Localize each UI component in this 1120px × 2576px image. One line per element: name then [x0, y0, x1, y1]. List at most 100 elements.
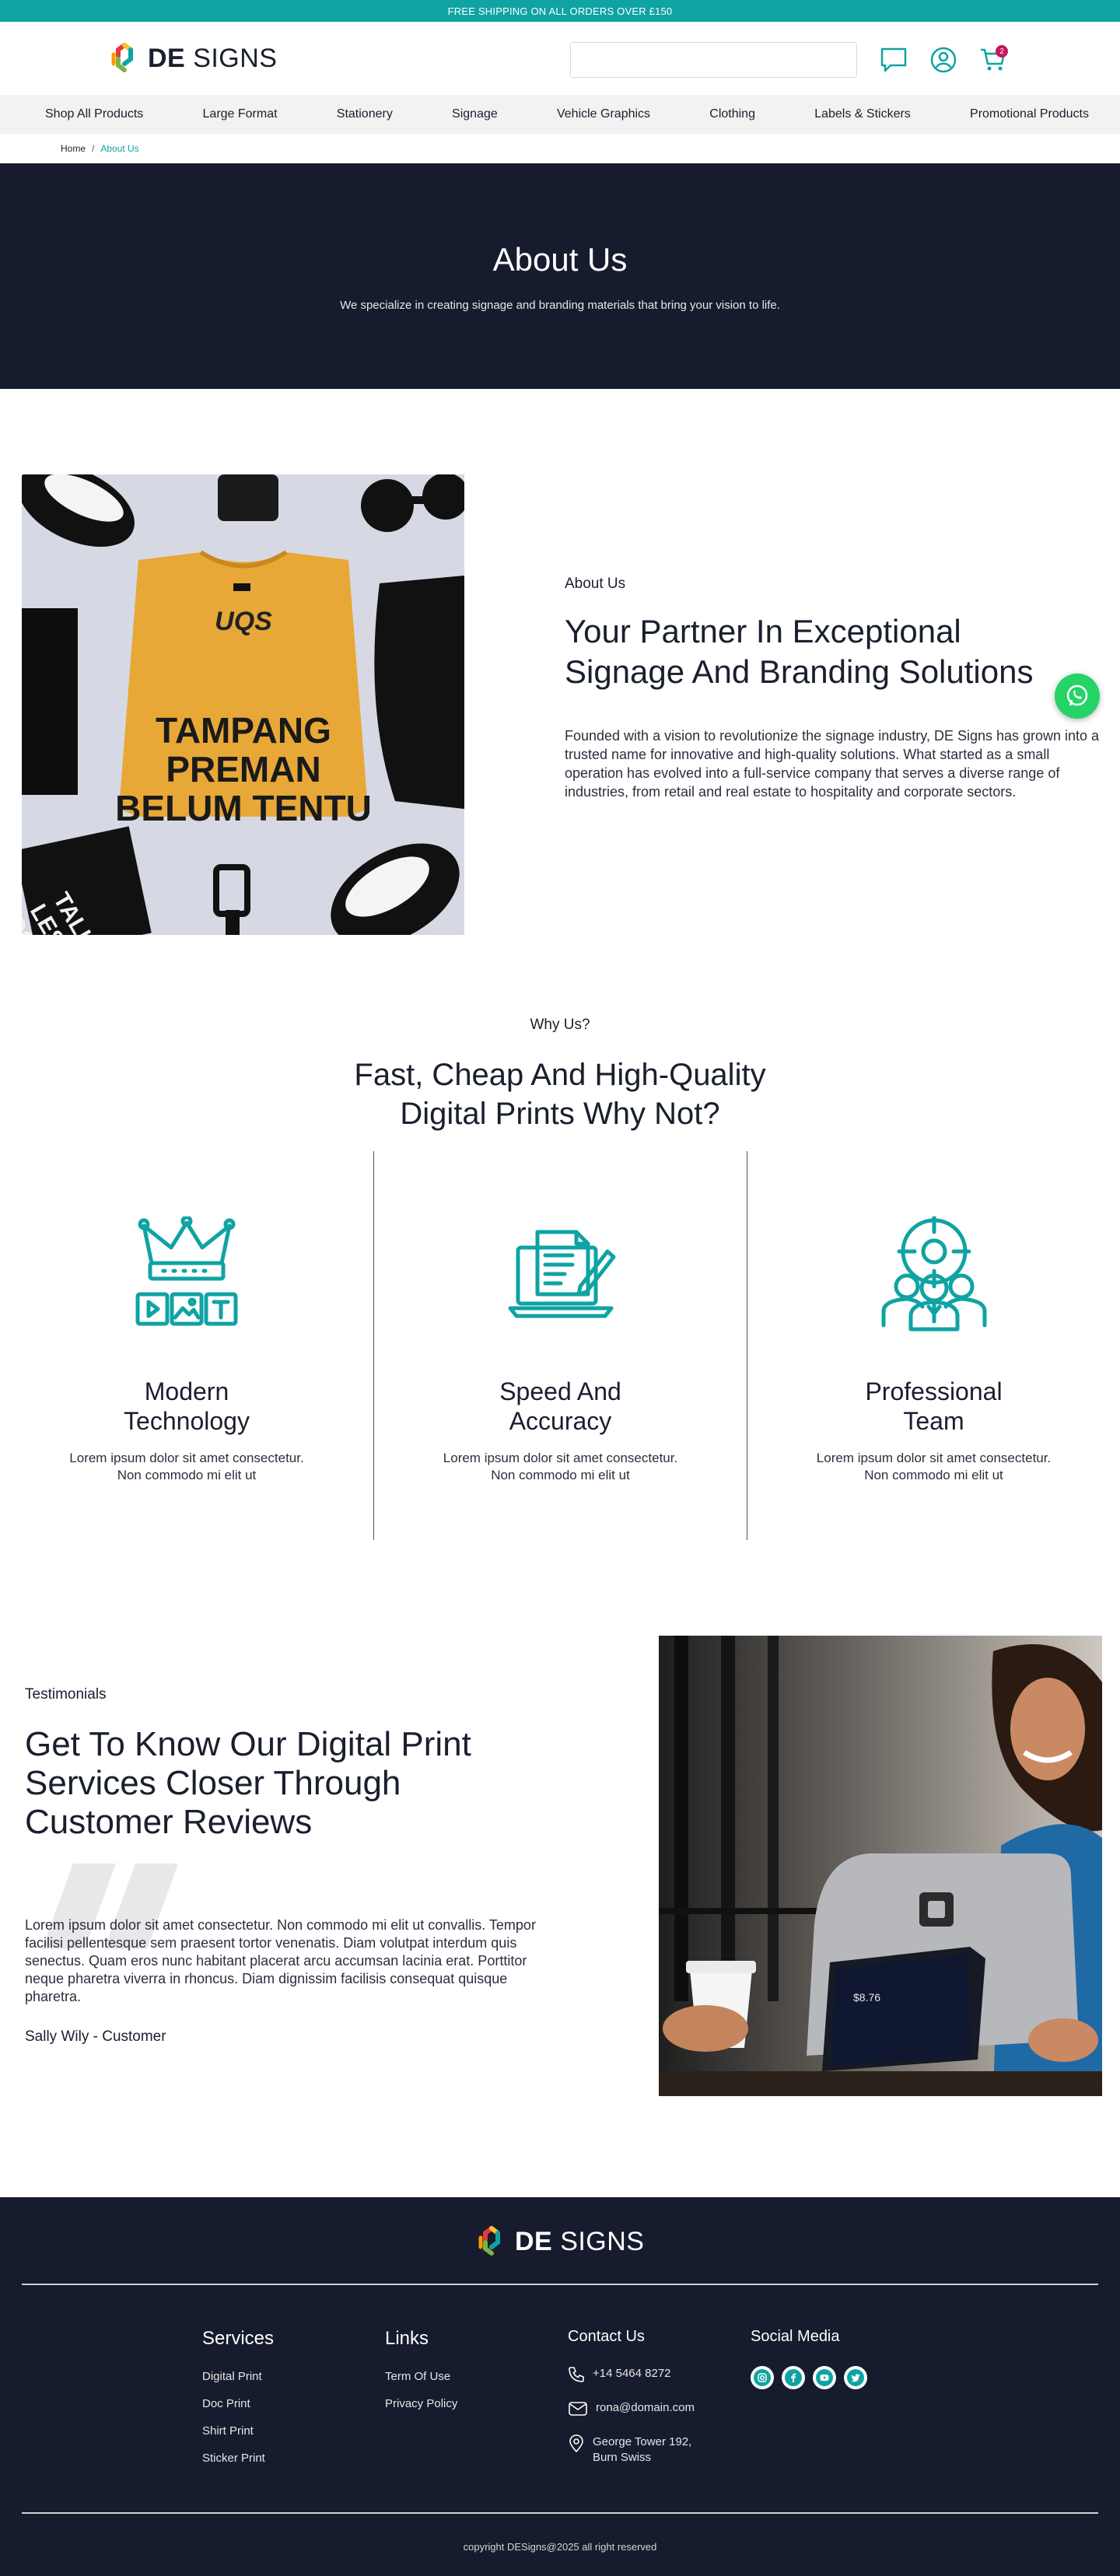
breadcrumb-home[interactable]: Home	[61, 143, 86, 154]
why-us-heading-line2: Digital Prints Why Not?	[400, 1097, 720, 1131]
testimonials-heading: Get To Know Our Digital Print Services Cl…	[25, 1725, 538, 1842]
footer-contact-column: Contact Us +14 5464 8272 rona@domain.com…	[568, 2328, 695, 2483]
why-us-section: Why Us? Fast, Cheap And High-Quality Digi…	[0, 933, 1120, 1633]
feature-title-line2: Team	[903, 1407, 964, 1435]
facebook-icon[interactable]	[782, 2366, 805, 2389]
feature-title: Speed And Accuracy	[499, 1377, 621, 1436]
footer-links-column: Links Term Of Use Privacy Policy	[385, 2328, 457, 2424]
footer-link-privacy[interactable]: Privacy Policy	[385, 2397, 457, 2410]
footer-link-doc-print[interactable]: Doc Print	[202, 2397, 274, 2410]
page-title: About Us	[492, 240, 628, 278]
footer-brand-name-bold: DE	[515, 2226, 553, 2256]
shipping-banner: FREE SHIPPING ON ALL ORDERS OVER £150	[0, 0, 1120, 22]
footer-brand-name-light: SIGNS	[560, 2226, 645, 2256]
footer-links-title: Links	[385, 2328, 429, 2349]
shipping-banner-text: FREE SHIPPING ON ALL ORDERS OVER £150	[447, 5, 673, 17]
feature-card: Speed And Accuracy Lorem ipsum dolor sit …	[373, 1151, 747, 1540]
feature-title-line2: Accuracy	[509, 1407, 612, 1435]
site-header: DE SIGNS 2	[0, 22, 1120, 95]
testimonials-section: Testimonials Get To Know Our Digital Pri…	[0, 1633, 1120, 2197]
footer-address-line2: Burn Swiss	[593, 2451, 652, 2464]
whatsapp-icon	[1066, 684, 1088, 706]
testimonials-heading-line3: Customer Reviews	[25, 1803, 313, 1841]
footer-divider	[22, 2284, 1098, 2285]
nav-item-labels-stickers[interactable]: Labels & Stickers	[814, 107, 911, 121]
testimonial-author: Sally Wily - Customer	[25, 2028, 166, 2045]
tshirt-text-2: PREMAN	[166, 749, 320, 789]
footer-address-text: George Tower 192, Burn Swiss	[593, 2434, 691, 2466]
testimonials-eyebrow: Testimonials	[25, 1686, 107, 1703]
crown-media-icon	[135, 1216, 238, 1326]
location-pin-icon	[569, 2434, 583, 2453]
footer-services-column: Services Digital Print Doc Print Shirt P…	[202, 2328, 274, 2479]
nav-item-large-format[interactable]: Large Format	[203, 107, 278, 121]
tshirt-flatlay-image: UQS TAMPANG PREMAN BELUM TENTU TALK LESS…	[22, 474, 464, 935]
footer-divider	[22, 2512, 1098, 2514]
user-icon[interactable]	[929, 45, 958, 75]
about-heading-line2: Signage And Branding Solutions	[565, 653, 1034, 690]
testimonials-heading-line2: Services Closer Through	[25, 1764, 401, 1802]
mail-icon	[569, 2402, 587, 2416]
footer-link-terms[interactable]: Term Of Use	[385, 2370, 457, 2383]
footer-phone[interactable]: +14 5464 8272	[568, 2366, 695, 2383]
site-footer: DE SIGNS Services Digital Print Doc Prin…	[0, 2197, 1120, 2576]
features-row: Modern Technology Lorem ipsum dolor sit a…	[0, 1151, 1120, 1540]
footer-social-title: Social Media	[751, 2328, 840, 2345]
feature-card: Modern Technology Lorem ipsum dolor sit a…	[0, 1151, 373, 1540]
chat-icon[interactable]	[879, 45, 908, 75]
about-body: Founded with a vision to revolutionize t…	[565, 728, 1100, 800]
why-us-heading-line1: Fast, Cheap And High-Quality	[354, 1058, 766, 1092]
nav-item-signage[interactable]: Signage	[452, 107, 498, 121]
instagram-icon[interactable]	[751, 2366, 774, 2389]
logo-mark-icon	[478, 2226, 500, 2256]
footer-logo[interactable]: DE SIGNS	[476, 2225, 645, 2258]
footer-email-text: rona@domain.com	[596, 2401, 695, 2414]
nav-item-clothing[interactable]: Clothing	[709, 107, 755, 121]
footer-brand-name: DE SIGNS	[515, 2227, 645, 2257]
search-input[interactable]	[570, 42, 857, 78]
brand-name: DE SIGNS	[148, 44, 278, 74]
tshirt-text-3: BELUM TENTU	[115, 788, 372, 828]
about-section: UQS TAMPANG PREMAN BELUM TENTU TALK LESS…	[0, 389, 1120, 935]
footer-contact-title: Contact Us	[568, 2328, 645, 2345]
customer-laptop-image: $8.76	[659, 1636, 1102, 2096]
main-nav: Shop All Products Large Format Stationer…	[0, 95, 1120, 134]
feature-card: Professional Team Lorem ipsum dolor sit a…	[747, 1151, 1120, 1540]
feature-title-line1: Modern	[144, 1377, 229, 1405]
feature-description: Lorem ipsum dolor sit amet consectetur. …	[69, 1451, 304, 1482]
nav-item-shop-all[interactable]: Shop All Products	[45, 107, 143, 121]
footer-address-line1: George Tower 192,	[593, 2435, 692, 2448]
footer-link-digital-print[interactable]: Digital Print	[202, 2370, 274, 2383]
testimonial-quote: Lorem ipsum dolor sit amet consectetur. …	[25, 1917, 536, 2004]
feature-title: Modern Technology	[124, 1377, 250, 1436]
footer-link-sticker-print[interactable]: Sticker Print	[202, 2452, 274, 2465]
why-us-eyebrow: Why Us?	[530, 1017, 590, 1033]
about-heading-line1: Your Partner In Exceptional	[565, 613, 961, 649]
breadcrumb: Home / About Us	[0, 134, 1120, 163]
brand-logo[interactable]: DE SIGNS	[109, 42, 278, 75]
footer-phone-text: +14 5464 8272	[593, 2367, 671, 2380]
breadcrumb-current: About Us	[100, 143, 139, 154]
twitter-icon[interactable]	[844, 2366, 867, 2389]
tshirt-logo-text: UQS	[215, 607, 272, 636]
feature-description: Lorem ipsum dolor sit amet consectetur. …	[443, 1451, 678, 1482]
footer-address: George Tower 192, Burn Swiss	[568, 2434, 695, 2466]
youtube-icon[interactable]	[813, 2366, 836, 2389]
feature-title: Professional Team	[865, 1377, 1002, 1436]
nav-item-vehicle-graphics[interactable]: Vehicle Graphics	[557, 107, 650, 121]
breadcrumb-separator: /	[92, 143, 95, 154]
footer-social-column: Social Media	[751, 2328, 867, 2389]
nav-item-promotional[interactable]: Promotional Products	[970, 107, 1089, 121]
nav-item-stationery[interactable]: Stationery	[337, 107, 393, 121]
whatsapp-button[interactable]	[1055, 674, 1100, 719]
copyright-text: copyright DESigns@2025 all right reserve…	[463, 2541, 657, 2553]
feature-title-line1: Speed And	[499, 1377, 621, 1405]
footer-services-title: Services	[202, 2328, 275, 2349]
reader-amount-text: $8.76	[853, 1991, 880, 2004]
hero-subtitle: We specialize in creating signage and br…	[340, 298, 780, 312]
cart-icon[interactable]: 2	[978, 45, 1008, 75]
feature-title-line2: Technology	[124, 1407, 250, 1435]
testimonials-heading-line1: Get To Know Our Digital Print	[25, 1725, 471, 1763]
footer-email[interactable]: rona@domain.com	[568, 2400, 695, 2417]
footer-link-shirt-print[interactable]: Shirt Print	[202, 2424, 274, 2438]
